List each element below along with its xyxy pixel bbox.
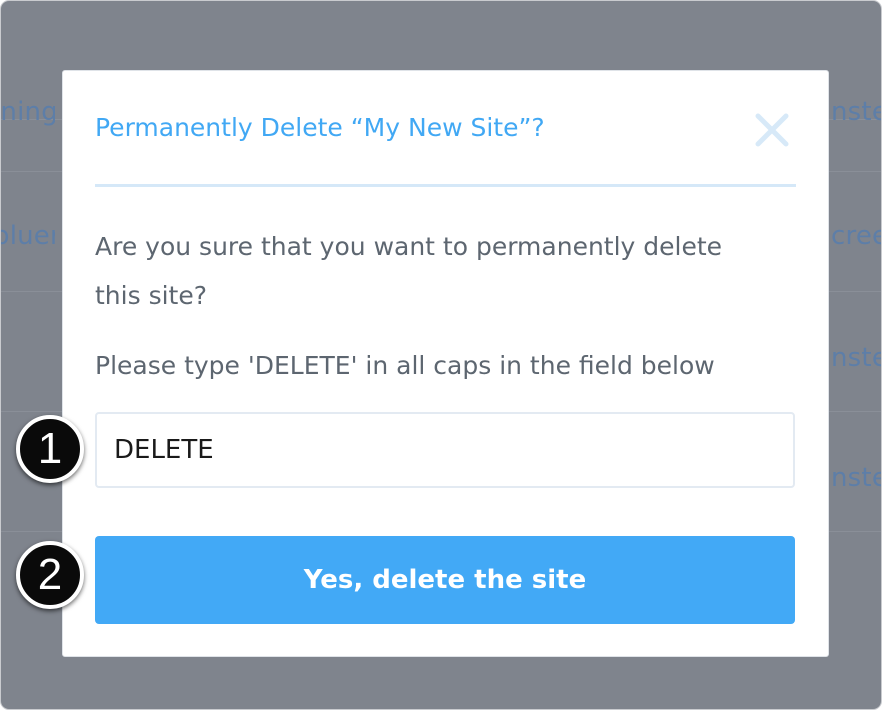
confirmation-question: Are you sure that you want to permanentl…	[95, 232, 723, 310]
step-2-badge: 2	[16, 541, 84, 609]
confirm-delete-button[interactable]: Yes, delete the site	[95, 536, 795, 624]
step-1-badge: 1	[16, 415, 84, 483]
background-cell: nste	[831, 343, 881, 373]
dialog-title: Permanently Delete “My New Site”?	[95, 113, 545, 142]
delete-site-dialog: Permanently Delete “My New Site”? Are yo…	[62, 70, 829, 657]
close-icon[interactable]	[751, 109, 793, 151]
background-cell: nste	[831, 463, 881, 493]
background-cell: creen	[831, 221, 881, 251]
confirmation-instruction: Please type 'DELETE' in all caps in the …	[95, 351, 715, 380]
background-cell: bluer	[1, 221, 55, 251]
app-window: ining nste bluer creen nste nste Permane…	[0, 0, 882, 710]
delete-confirmation-input[interactable]	[95, 412, 795, 488]
title-divider	[95, 184, 796, 187]
